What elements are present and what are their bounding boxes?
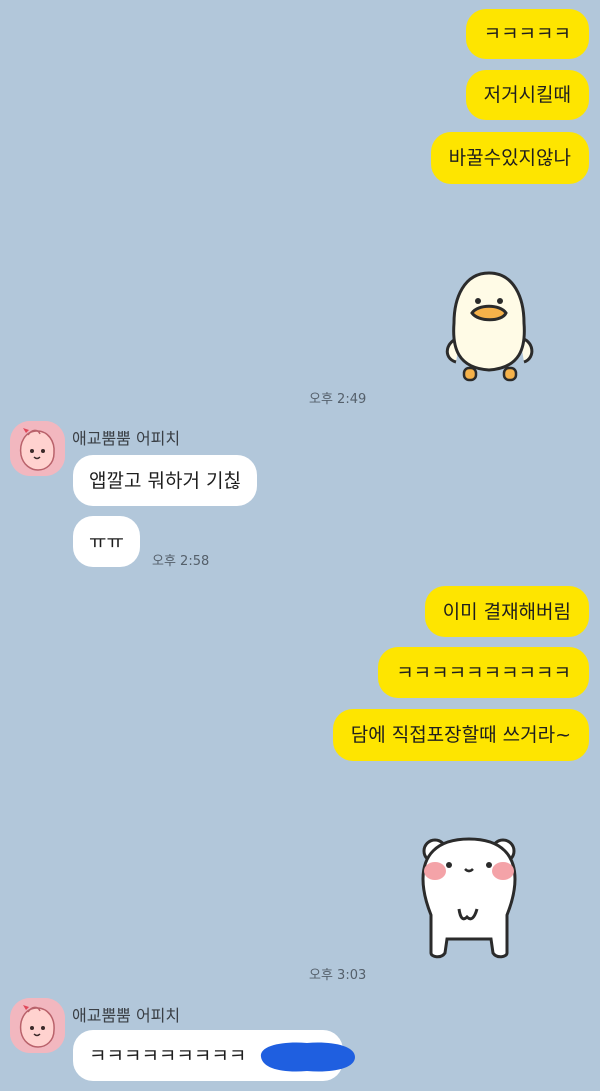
my-message-bubble[interactable]: 바꿀수있지않나: [430, 132, 589, 184]
message-text: 저거시킬때: [483, 84, 571, 106]
my-message-bubble[interactable]: ㅋㅋㅋㅋㅋㅋㅋㅋㅋㅋ: [378, 647, 589, 698]
my-message-bubble[interactable]: 이미 결재해버림: [424, 586, 589, 637]
sender-name: 애교뿜뿜 어피치: [72, 1006, 181, 1025]
message-text: 바꿀수있지않나: [448, 147, 571, 169]
apeach-avatar-icon[interactable]: [10, 421, 65, 476]
timestamp: 오후 3:03: [309, 968, 367, 983]
their-message-bubble[interactable]: 앱깔고 뭐하거 기칞: [73, 455, 257, 506]
bear-sticker-icon[interactable]: [415, 833, 523, 961]
duck-sticker-icon[interactable]: [438, 268, 540, 388]
message-text: 이미 결재해버림: [442, 600, 571, 623]
timestamp: 오후 2:49: [309, 392, 367, 407]
message-text: ㅠㅠ: [89, 530, 124, 553]
my-message-bubble[interactable]: 담에 직접포장할때 쓰거라~: [332, 709, 589, 761]
message-text: ㅋㅋㅋㅋㅋㅋㅋㅋㅋㅋ: [396, 661, 571, 684]
my-message-bubble[interactable]: ㅋㅋㅋㅋㅋ: [465, 9, 589, 59]
message-text: ㅋㅋㅋㅋㅋ: [483, 23, 571, 45]
apeach-avatar-icon[interactable]: [10, 998, 65, 1053]
my-message-bubble[interactable]: 저거시킬때: [465, 70, 589, 120]
message-text: 담에 직접포장할때 쓰거라~: [350, 724, 571, 746]
their-message-bubble[interactable]: ㅠㅠ: [73, 516, 140, 567]
timestamp: 오후 2:58: [152, 554, 210, 569]
redaction-scribble: [255, 1037, 360, 1075]
sender-name: 애교뿜뿜 어피치: [72, 429, 181, 448]
message-text: 앱깔고 뭐하거 기칞: [89, 469, 241, 492]
message-text: ㅋㅋㅋㅋㅋㅋㅋㅋㅋ: [89, 1044, 247, 1067]
